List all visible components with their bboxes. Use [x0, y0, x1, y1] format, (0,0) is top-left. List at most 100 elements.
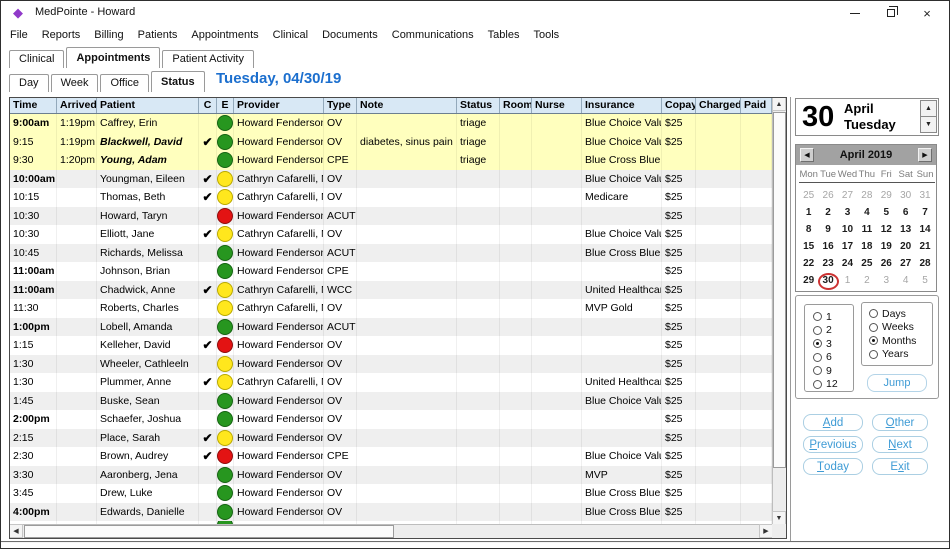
column-header-time[interactable]: Time	[10, 98, 57, 113]
calendar-day[interactable]: 12	[877, 221, 896, 238]
column-header-paid[interactable]: Paid	[741, 98, 772, 113]
calendar-day[interactable]: 13	[896, 221, 915, 238]
horizontal-scroll-thumb[interactable]	[24, 525, 394, 538]
column-header-room[interactable]: Room	[500, 98, 532, 113]
menu-item-appointments[interactable]: Appointments	[184, 29, 265, 41]
column-header-nurse[interactable]: Nurse	[532, 98, 582, 113]
calendar-day[interactable]: 10	[838, 221, 857, 238]
view-tab-day[interactable]: Day	[9, 74, 49, 92]
column-header-arrived[interactable]: Arrived	[57, 98, 97, 113]
jump-number-option-9[interactable]: 9	[813, 364, 853, 378]
calendar-day[interactable]: 31	[915, 187, 934, 204]
appointment-row[interactable]: 9:301:20pmYoung, AdamHoward Fenderson, M…	[10, 151, 772, 170]
appointment-row[interactable]: 11:00amChadwick, Anne✔Cathryn Cafarelli,…	[10, 281, 772, 300]
column-header-type[interactable]: Type	[324, 98, 357, 113]
add-button[interactable]: Add	[803, 414, 863, 431]
calendar-day[interactable]: 3	[877, 272, 896, 289]
vertical-scrollbar[interactable]: ▲ ▼	[772, 98, 786, 524]
column-header-copay[interactable]: Copay	[662, 98, 696, 113]
calendar-day[interactable]: 29	[799, 272, 818, 289]
appointment-row[interactable]: 2:15Place, Sarah✔Howard Fenderson, MDOV$…	[10, 429, 772, 448]
jump-unit-option-months[interactable]: Months	[869, 334, 932, 348]
scroll-right-button[interactable]: ▶	[759, 524, 773, 538]
view-tab-week[interactable]: Week	[51, 74, 99, 92]
jump-button[interactable]: Jump	[867, 374, 927, 392]
jump-number-option-12[interactable]: 12	[813, 378, 853, 392]
exit-button[interactable]: Exit	[872, 458, 928, 475]
jump-unit-option-years[interactable]: Years	[869, 348, 932, 362]
calendar-day[interactable]: 29	[877, 187, 896, 204]
calendar-day[interactable]: 23	[818, 255, 837, 272]
column-header-charged[interactable]: Charged	[696, 98, 741, 113]
appointment-row[interactable]: 1:45Buske, SeanHoward Fenderson, MDOVBlu…	[10, 392, 772, 411]
calendar-day[interactable]: 1	[799, 204, 818, 221]
calendar-day[interactable]: 19	[877, 238, 896, 255]
horizontal-scrollbar[interactable]: ◀ ▶	[10, 524, 772, 538]
calendar-day[interactable]: 30	[896, 187, 915, 204]
spin-up-button[interactable]: ▲	[920, 100, 937, 117]
jump-number-option-3[interactable]: 3	[813, 337, 853, 351]
calendar-day[interactable]: 2	[818, 204, 837, 221]
calendar-day[interactable]: 22	[799, 255, 818, 272]
minimize-button[interactable]	[837, 1, 873, 25]
jump-number-option-1[interactable]: 1	[813, 310, 853, 324]
jump-unit-option-days[interactable]: Days	[869, 307, 932, 321]
calendar-next-button[interactable]: ▶	[918, 148, 932, 162]
appointment-row[interactable]: 3:30Aaronberg, JenaHoward Fenderson, MDO…	[10, 466, 772, 485]
calendar-day[interactable]: 1	[838, 272, 857, 289]
next-button[interactable]: Next	[872, 436, 928, 453]
calendar-day[interactable]: 28	[915, 255, 934, 272]
calendar-day[interactable]: 26	[877, 255, 896, 272]
calendar-day[interactable]: 26	[818, 187, 837, 204]
calendar-day[interactable]: 14	[915, 221, 934, 238]
menu-item-tables[interactable]: Tables	[481, 29, 527, 41]
calendar-day[interactable]: 24	[838, 255, 857, 272]
calendar-day[interactable]: 18	[857, 238, 876, 255]
tab-appointments[interactable]: Appointments	[66, 47, 160, 68]
calendar-day[interactable]: 5	[877, 204, 896, 221]
appointment-row[interactable]: 11:00amJohnson, BrianHoward Fenderson, M…	[10, 262, 772, 281]
calendar-day[interactable]: 11	[857, 221, 876, 238]
calendar-day[interactable]: 16	[818, 238, 837, 255]
calendar-day[interactable]: 2	[857, 272, 876, 289]
calendar-day[interactable]: 28	[857, 187, 876, 204]
view-tab-status[interactable]: Status	[151, 71, 205, 92]
appointment-row[interactable]: 2:00pmSchaefer, JoshuaHoward Fenderson, …	[10, 410, 772, 429]
menu-item-tools[interactable]: Tools	[526, 29, 566, 41]
menu-item-billing[interactable]: Billing	[87, 29, 130, 41]
appointment-row[interactable]: 1:15Kelleher, David✔Howard Fenderson, MD…	[10, 336, 772, 355]
jump-number-option-6[interactable]: 6	[813, 351, 853, 365]
calendar-day[interactable]: 7	[915, 204, 934, 221]
calendar-day[interactable]: 25	[857, 255, 876, 272]
close-button[interactable]: ×	[909, 1, 945, 25]
appointment-row[interactable]: 9:151:19pmBlackwell, David✔Howard Fender…	[10, 133, 772, 152]
column-header-provider[interactable]: Provider	[234, 98, 324, 113]
column-header-c[interactable]: C	[199, 98, 217, 113]
other-button[interactable]: Other	[872, 414, 928, 431]
appointment-row[interactable]: 1:30Wheeler, CathleelnHoward Fenderson, …	[10, 355, 772, 374]
menu-item-communications[interactable]: Communications	[385, 29, 481, 41]
appointment-row[interactable]: 1:00pmLobell, AmandaHoward Fenderson, MD…	[10, 318, 772, 337]
calendar-day[interactable]: 25	[799, 187, 818, 204]
appointment-row[interactable]: 11:30Roberts, CharlesCathryn Cafarelli, …	[10, 299, 772, 318]
appointment-row[interactable]: 10:30Elliott, Jane✔Cathryn Cafarelli, MD…	[10, 225, 772, 244]
view-tab-office[interactable]: Office	[100, 74, 149, 92]
calendar-day-selected[interactable]: 30	[818, 272, 837, 289]
scroll-left-button[interactable]: ◀	[9, 524, 23, 538]
calendar-day[interactable]: 27	[838, 187, 857, 204]
menu-item-file[interactable]: File	[3, 29, 35, 41]
column-header-e[interactable]: E	[217, 98, 234, 113]
calendar-day[interactable]: 15	[799, 238, 818, 255]
appointment-row[interactable]: 10:00amYoungman, Eileen✔Cathryn Cafarell…	[10, 170, 772, 189]
appointment-row[interactable]: 10:30Howard, TarynHoward Fenderson, MDAC…	[10, 207, 772, 226]
calendar-day[interactable]: 5	[915, 272, 934, 289]
calendar-day[interactable]: 8	[799, 221, 818, 238]
appointment-row[interactable]: 10:15Thomas, Beth✔Cathryn Cafarelli, MDO…	[10, 188, 772, 207]
scroll-up-button[interactable]: ▲	[772, 97, 786, 111]
calendar-day[interactable]: 21	[915, 238, 934, 255]
calendar-day[interactable]: 3	[838, 204, 857, 221]
appointment-row[interactable]: 10:45Richards, MelissaHoward Fenderson, …	[10, 244, 772, 263]
calendar-day[interactable]: 27	[896, 255, 915, 272]
column-header-insurance[interactable]: Insurance	[582, 98, 662, 113]
appointment-row[interactable]: 9:00am1:19pmCaffrey, ErinHoward Fenderso…	[10, 114, 772, 133]
